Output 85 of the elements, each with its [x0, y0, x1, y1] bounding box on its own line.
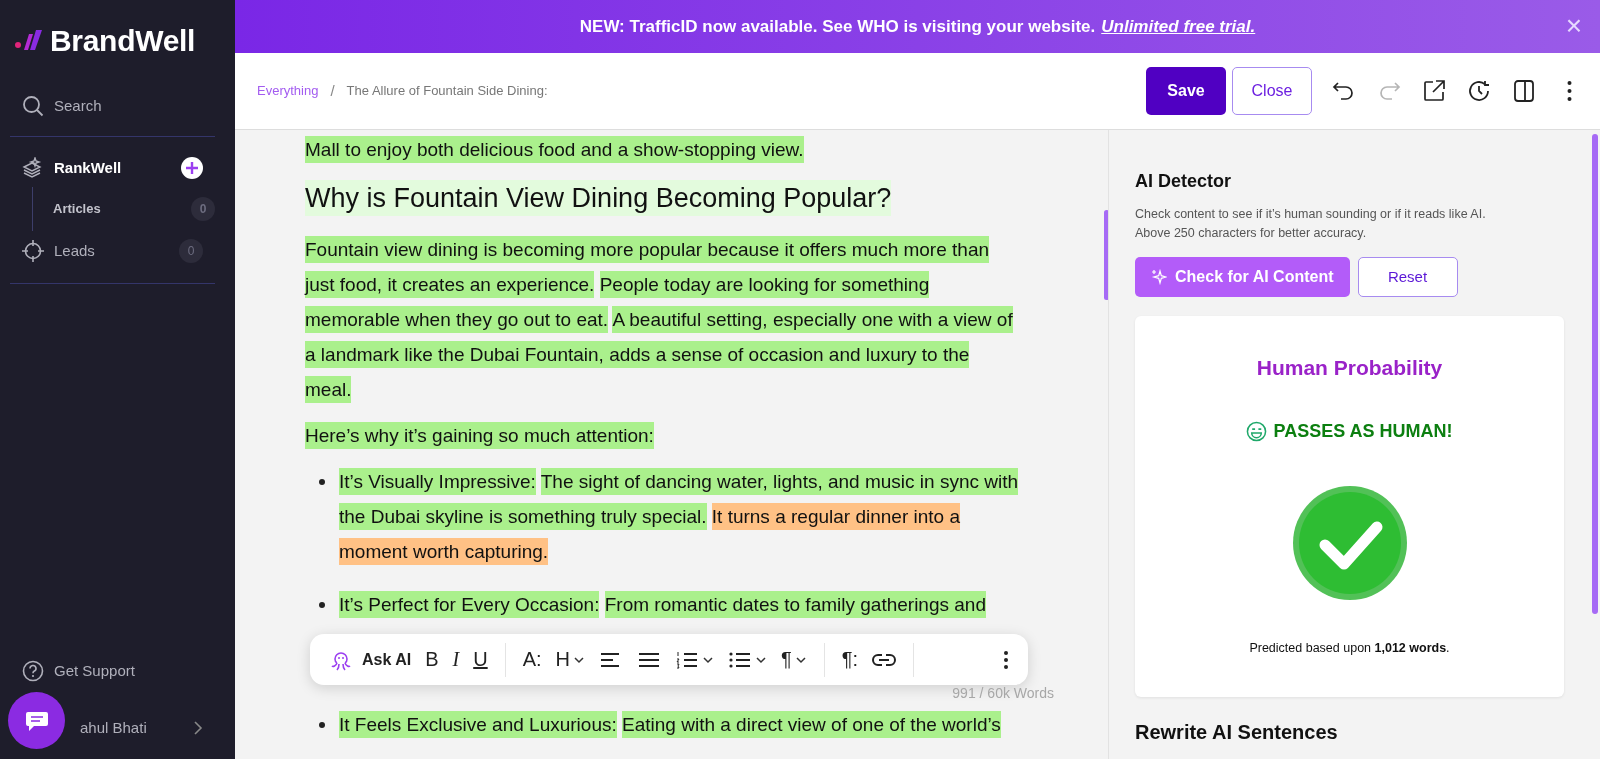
highlighted-text: meal. [305, 376, 352, 403]
external-link-icon [1422, 79, 1446, 103]
trial-link[interactable]: Unlimited free trial. [1101, 13, 1256, 40]
breadcrumb-separator: / [330, 80, 335, 101]
side-panel-icon [1512, 79, 1536, 103]
layers-icon [22, 156, 44, 179]
save-button[interactable]: Save [1146, 67, 1226, 115]
link-icon [872, 652, 897, 667]
sidebar-item[interactable]: Leads 0 [10, 231, 215, 271]
highlighted-text: Here’s why it’s gaining so much attention: [305, 422, 654, 449]
caret-icon [794, 655, 807, 664]
history-button[interactable] [1466, 78, 1492, 104]
caret-icon [573, 655, 586, 664]
external-link-button[interactable] [1421, 78, 1447, 104]
numbered-list-icon [675, 649, 700, 670]
highlighted-text: From romantic dates to family gatherings and [604, 591, 986, 618]
highlighted-text: Mall to enjoy both delicious food and a show-stopping view. [305, 136, 804, 163]
sidebar-item[interactable]: RankWell [10, 148, 215, 187]
highlighted-text: memorable when they go out to eat. [305, 306, 609, 333]
highlighted-text: It’s Visually Impressive: [339, 468, 536, 495]
description-text: Check content to see if it’s human sounding or if it reads like AI. Above 250 characters for better accuracy. [1135, 206, 1487, 242]
user-menu[interactable]: ahul Bhati [70, 708, 215, 747]
highlighted-text: Why is Fountain View Dining Becoming Popular? [305, 180, 892, 216]
side-panel-button[interactable] [1511, 78, 1537, 104]
check-ai-button[interactable]: Check for AI Content [1135, 257, 1350, 297]
caret-icon [755, 655, 768, 664]
history-icon [1467, 79, 1491, 103]
word-count: 991 / 60k Words [951, 684, 1054, 703]
breadcrumb-link[interactable]: Everything [257, 81, 319, 101]
help-icon [22, 660, 44, 683]
sparkle-icon [1151, 269, 1167, 285]
result-title: Human Probability [1256, 355, 1443, 381]
smiley-icon [1246, 420, 1268, 442]
scrollbar-thumb[interactable] [1592, 134, 1598, 614]
crosshair-icon [22, 240, 44, 262]
heading-dropdown[interactable]: H [550, 642, 591, 677]
bold-button[interactable]: B [420, 642, 444, 677]
plus-icon [185, 160, 199, 175]
caret-icon [702, 655, 715, 664]
highlighted-text: moment worth capturing. [339, 538, 549, 565]
highlighted-text: It Feels Exclusive and Luxurious: [339, 711, 617, 738]
banner-text: NEW: TrafficID now available. See WHO is visiting your website. [579, 15, 1096, 38]
reset-button[interactable]: Reset [1357, 257, 1458, 297]
highlighted-text: Eating with a direct view of one of the world’s [622, 711, 1001, 738]
paragraph-marks-button[interactable]: ¶: [836, 642, 864, 677]
section-title: AI Detector [1135, 170, 1233, 193]
more-icon [1566, 81, 1572, 101]
search-icon [22, 95, 44, 118]
scrollbar-thumb[interactable] [1104, 210, 1108, 300]
ask-ai-button[interactable]: Ask AI [324, 642, 417, 677]
bullet-icon [319, 602, 325, 608]
highlighted-text: the Dubai skyline is something truly special. [339, 503, 707, 530]
count-badge: 0 [191, 197, 215, 221]
bullet-icon [319, 479, 325, 485]
count-badge: 0 [179, 239, 203, 263]
italic-button[interactable]: I [447, 642, 465, 677]
breadcrumb-current: The Allure of Fountain Side Dining: [346, 82, 548, 101]
highlighted-text: People today are looking for something [599, 271, 930, 298]
highlighted-text: just food, it creates an experience. [305, 271, 595, 298]
verdict-text: PASSES AS HUMAN! [1273, 419, 1453, 443]
more-icon [1003, 649, 1009, 670]
font-size-button[interactable]: A: [517, 642, 547, 677]
support-link[interactable]: Get Support [10, 652, 215, 691]
brand-name: BrandWell [50, 23, 196, 59]
redo-icon [1377, 79, 1401, 103]
check-circle-icon [1291, 484, 1408, 601]
search-field[interactable]: Search [10, 89, 215, 124]
underline-button[interactable]: U [468, 642, 493, 677]
undo-icon [1332, 79, 1356, 103]
highlighted-text: It turns a regular dinner into a [711, 503, 960, 530]
chat-button[interactable] [8, 692, 65, 749]
add-button[interactable] [181, 156, 203, 179]
highlighted-text: It’s Perfect for Every Occasion: [339, 591, 600, 618]
sidebar-subitem[interactable]: Articles 0 [32, 187, 215, 231]
close-button[interactable]: Close [1232, 67, 1312, 115]
chat-icon [24, 709, 49, 732]
section-title: Rewrite AI Sentences [1135, 720, 1339, 745]
paragraph-dropdown[interactable]: ¶ [776, 642, 812, 677]
chevron-right-icon [193, 719, 203, 736]
highlighted-text: The sight of dancing water, lights, and music in sync with [540, 468, 1019, 495]
highlighted-text: a landmark like the Dubai Fountain, adds a sense of occasion and luxury to the [305, 341, 970, 368]
prediction-note: Predicted based upon 1,012 words. [1249, 639, 1450, 657]
bullet-icon [319, 722, 325, 728]
highlighted-text: A beautiful setting, especially one with a view of [612, 306, 1013, 333]
highlighted-text: Fountain view dining is becoming more popular because it offers much more than [305, 236, 990, 263]
